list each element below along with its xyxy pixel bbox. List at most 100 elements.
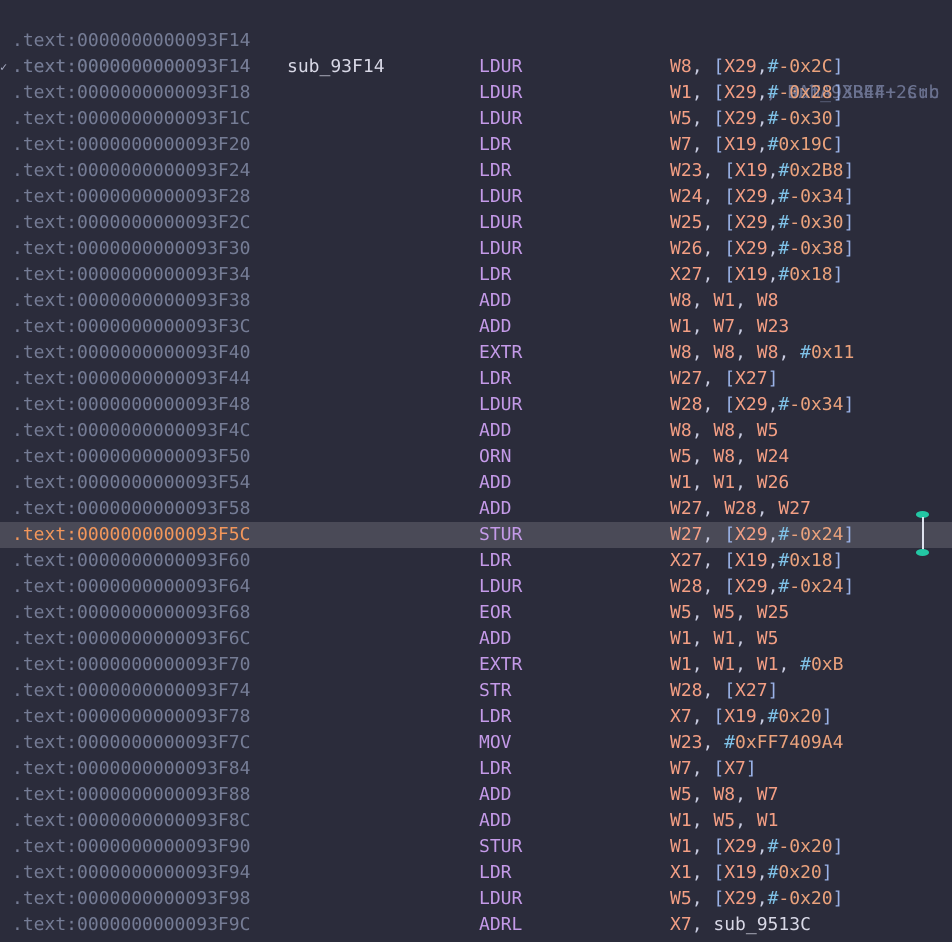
mnemonic[interactable]: ORN xyxy=(479,444,512,470)
operands[interactable]: W1, W7, W23 xyxy=(670,314,789,340)
instruction-row[interactable]: .text:0000000000093F58 ADD W27, W28, W27 xyxy=(0,496,952,522)
instruction-row[interactable]: .text:0000000000093F24 LDR W23, [X19,#0x2B… xyxy=(0,158,952,184)
operands[interactable]: W5, [X29,#-0x20] xyxy=(670,886,843,912)
instruction-row[interactable]: .text:0000000000093F4C ADD W8, W8, W5 xyxy=(0,418,952,444)
instruction-row[interactable]: .text:0000000000093F84 LDR W7, [X7] xyxy=(0,756,952,782)
mnemonic[interactable]: EXTR xyxy=(479,340,522,366)
instruction-row[interactable]: .text:0000000000093F90 STUR W1, [X29,#-0x2… xyxy=(0,834,952,860)
operands[interactable]: W28, [X29,#-0x34] xyxy=(670,392,854,418)
instruction-row[interactable]: .text:0000000000093F68 EOR W5, W5, W25 xyxy=(0,600,952,626)
mnemonic[interactable]: STR xyxy=(479,678,512,704)
instruction-row[interactable]: .text:0000000000093F64 LDUR W28, [X29,#-0x… xyxy=(0,574,952,600)
mnemonic[interactable]: LDR xyxy=(479,262,512,288)
operands[interactable]: W1, W5, W1 xyxy=(670,808,778,834)
operands[interactable]: X7, sub_9513C xyxy=(670,912,811,938)
instruction-row[interactable]: .text:0000000000093F8C ADD W1, W5, W1 xyxy=(0,808,952,834)
instruction-row[interactable]: .text:0000000000093F20 LDR W7, [X19,#0x19C… xyxy=(0,132,952,158)
operands[interactable]: W27, W28, W27 xyxy=(670,496,811,522)
instruction-row[interactable]: .text:0000000000093F50 ORN W5, W8, W24 xyxy=(0,444,952,470)
operands[interactable]: W7, [X19,#0x19C] xyxy=(670,132,843,158)
mnemonic[interactable]: LDR xyxy=(479,132,512,158)
mnemonic[interactable]: LDUR xyxy=(479,574,522,600)
operands[interactable]: W5, W8, W24 xyxy=(670,444,789,470)
operands[interactable]: W27, [X29,#-0x24] xyxy=(670,522,854,548)
instruction-row[interactable]: .text:0000000000093F3C ADD W1, W7, W23 xyxy=(0,314,952,340)
mnemonic[interactable]: LDR xyxy=(479,158,512,184)
mnemonic[interactable]: ADD xyxy=(479,288,512,314)
mnemonic[interactable]: ADD xyxy=(479,808,512,834)
instruction-row[interactable]: .text:0000000000093F5C STUR W27, [X29,#-0x… xyxy=(0,522,952,548)
operands[interactable]: W5, W5, W25 xyxy=(670,600,789,626)
instruction-row[interactable]: ✓ .text:0000000000093F14 LDUR W8, [X29,#-0x… xyxy=(0,54,952,80)
instruction-row[interactable]: .text:0000000000093F54 ADD W1, W1, W26 xyxy=(0,470,952,496)
instruction-row[interactable]: .text:0000000000093F70 EXTR W1, W1, W1, #0… xyxy=(0,652,952,678)
mnemonic[interactable]: ADD xyxy=(479,496,512,522)
operands[interactable]: W23, [X19,#0x2B8] xyxy=(670,158,854,184)
function-header-line[interactable]: .text:0000000000093F14 sub_93F14 ; DATA … xyxy=(0,2,952,103)
operands[interactable]: W1, [X29,#-0x20] xyxy=(670,834,843,860)
mnemonic[interactable]: EXTR xyxy=(479,652,522,678)
operands[interactable]: X27, [X19,#0x18] xyxy=(670,548,843,574)
mnemonic[interactable]: LDUR xyxy=(479,184,522,210)
operands[interactable]: W1, [X29,#-0x28] xyxy=(670,80,843,106)
instruction-row[interactable]: .text:0000000000093F34 LDR X27, [X19,#0x18… xyxy=(0,262,952,288)
instruction-row[interactable]: .text:0000000000093F40 EXTR W8, W8, W8, #0… xyxy=(0,340,952,366)
instruction-row[interactable]: .text:0000000000093F74 STR W28, [X27] xyxy=(0,678,952,704)
mnemonic[interactable]: STUR xyxy=(479,522,522,548)
instruction-row[interactable]: .text:0000000000093F98 LDUR W5, [X29,#-0x2… xyxy=(0,886,952,912)
mnemonic[interactable]: LDUR xyxy=(479,236,522,262)
operands[interactable]: W25, [X29,#-0x30] xyxy=(670,210,854,236)
disassembly-view[interactable]: .text:0000000000093F14 sub_93F14 ; DATA … xyxy=(0,0,952,942)
mnemonic[interactable]: LDUR xyxy=(479,80,522,106)
mnemonic[interactable]: LDR xyxy=(479,756,512,782)
mnemonic[interactable]: ADD xyxy=(479,314,512,340)
mnemonic[interactable]: ADD xyxy=(479,470,512,496)
instruction-row[interactable]: .text:0000000000093F44 LDR W27, [X27] xyxy=(0,366,952,392)
mnemonic[interactable]: LDUR xyxy=(479,886,522,912)
mnemonic[interactable]: LDUR xyxy=(479,210,522,236)
operands[interactable]: W1, W1, W5 xyxy=(670,626,778,652)
mnemonic[interactable]: EOR xyxy=(479,600,512,626)
operands[interactable]: W27, [X27] xyxy=(670,366,778,392)
operands[interactable]: X1, [X19,#0x20] xyxy=(670,860,833,886)
mnemonic[interactable]: LDR xyxy=(479,860,512,886)
mnemonic[interactable]: LDR xyxy=(479,704,512,730)
instruction-row[interactable]: .text:0000000000093F1C LDUR W5, [X29,#-0x3… xyxy=(0,106,952,132)
mnemonic[interactable]: ADD xyxy=(479,626,512,652)
instruction-row[interactable]: .text:0000000000093F48 LDUR W28, [X29,#-0x… xyxy=(0,392,952,418)
operands[interactable]: W5, [X29,#-0x30] xyxy=(670,106,843,132)
instruction-row[interactable]: .text:0000000000093F9C ADRL X7, sub_9513C xyxy=(0,912,952,938)
mnemonic[interactable]: ADD xyxy=(479,782,512,808)
operands[interactable]: W8, W1, W8 xyxy=(670,288,778,314)
mnemonic[interactable]: LDUR xyxy=(479,392,522,418)
mnemonic[interactable]: ADD xyxy=(479,418,512,444)
operands[interactable]: W28, [X29,#-0x24] xyxy=(670,574,854,600)
operands[interactable]: W28, [X27] xyxy=(670,678,778,704)
instruction-row[interactable]: .text:0000000000093F18 LDUR W1, [X29,#-0x2… xyxy=(0,80,952,106)
instruction-row[interactable]: .text:0000000000093F94 LDR X1, [X19,#0x20] xyxy=(0,860,952,886)
instruction-row[interactable]: .text:0000000000093F7C MOV W23, #0xFF7409A… xyxy=(0,730,952,756)
operands[interactable]: W8, W8, W8, #0x11 xyxy=(670,340,854,366)
operands[interactable]: X27, [X19,#0x18] xyxy=(670,262,843,288)
operands[interactable]: W24, [X29,#-0x34] xyxy=(670,184,854,210)
operands[interactable]: W1, W1, W1, #0xB xyxy=(670,652,843,678)
operands[interactable]: W8, [X29,#-0x2C] xyxy=(670,54,843,80)
operands[interactable]: W8, W8, W5 xyxy=(670,418,778,444)
instruction-row[interactable]: .text:0000000000093F60 LDR X27, [X19,#0x18… xyxy=(0,548,952,574)
mnemonic[interactable]: LDR xyxy=(479,366,512,392)
instruction-row[interactable]: .text:0000000000093F78 LDR X7, [X19,#0x20] xyxy=(0,704,952,730)
mnemonic[interactable]: LDUR xyxy=(479,106,522,132)
mnemonic[interactable]: ADRL xyxy=(479,912,522,938)
operands[interactable]: W23, #0xFF7409A4 xyxy=(670,730,843,756)
operands[interactable]: X7, [X19,#0x20] xyxy=(670,704,833,730)
instruction-row[interactable]: .text:0000000000093F30 LDUR W26, [X29,#-0x… xyxy=(0,236,952,262)
instruction-row[interactable]: .text:0000000000093F2C LDUR W25, [X29,#-0x… xyxy=(0,210,952,236)
instruction-row[interactable]: .text:0000000000093F28 LDUR W24, [X29,#-0x… xyxy=(0,184,952,210)
mnemonic[interactable]: MOV xyxy=(479,730,512,756)
mnemonic[interactable]: LDR xyxy=(479,548,512,574)
operands[interactable]: W7, [X7] xyxy=(670,756,757,782)
instruction-row[interactable]: .text:0000000000093F6C ADD W1, W1, W5 xyxy=(0,626,952,652)
xref-comment-line[interactable]: .text:0000000000093F14 ; sub_93B44+2C↑c xyxy=(0,28,952,103)
instruction-row[interactable]: .text:0000000000093F38 ADD W8, W1, W8 xyxy=(0,288,952,314)
mnemonic[interactable]: STUR xyxy=(479,834,522,860)
